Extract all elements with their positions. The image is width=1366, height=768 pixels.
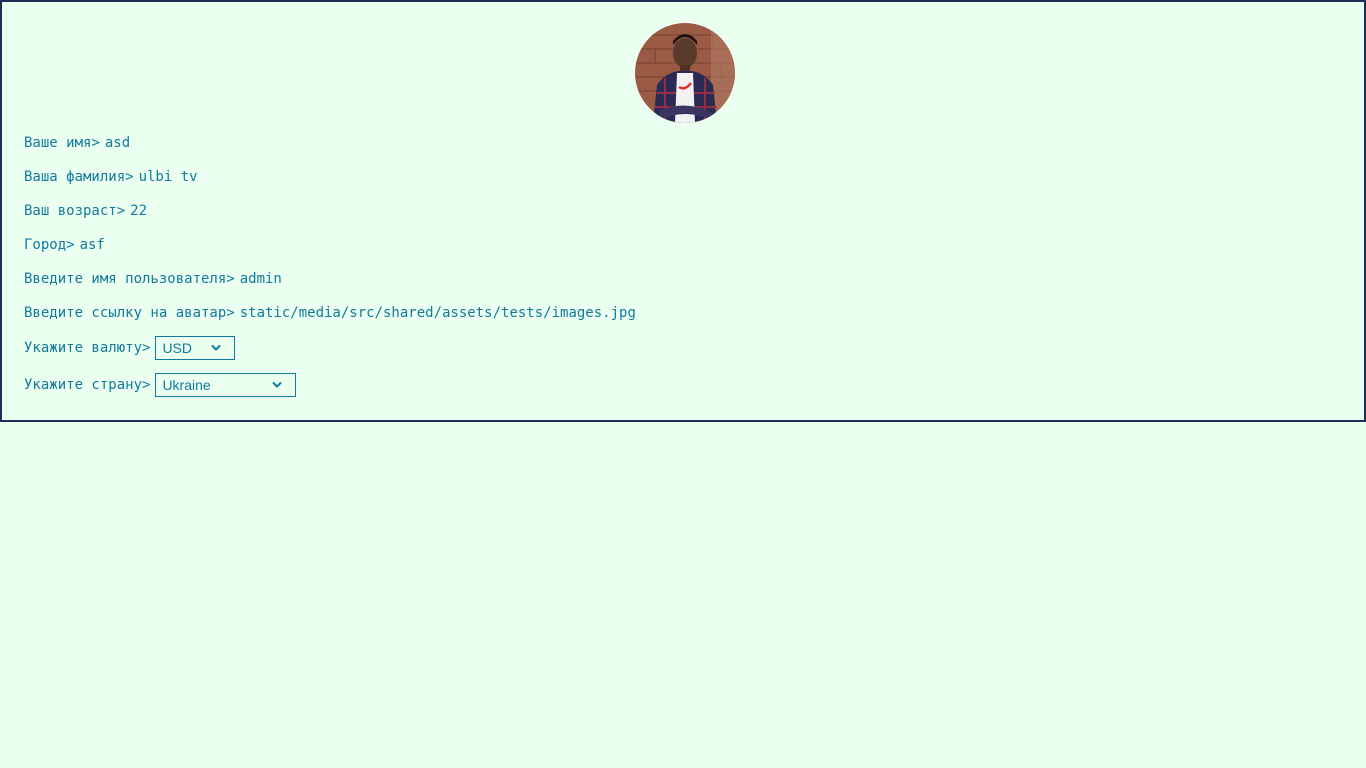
first-name-label: Ваше имя> <box>24 135 100 151</box>
city-row: Город> asf <box>24 237 105 253</box>
country-selected-value: Ukraine <box>162 377 211 393</box>
country-label: Укажите страну> <box>24 377 151 393</box>
username-input[interactable]: admin <box>240 271 282 287</box>
age-input[interactable]: 22 <box>130 203 147 219</box>
username-label: Введите имя пользователя> <box>24 271 235 287</box>
avatar <box>635 23 735 123</box>
country-select[interactable]: Ukraine <box>155 373 297 397</box>
chevron-down-icon <box>272 382 282 388</box>
username-row: Введите имя пользователя> admin <box>24 271 282 287</box>
currency-row: Укажите валюту> USD <box>24 336 236 360</box>
age-row: Ваш возраст> 22 <box>24 203 147 219</box>
first-name-row: Ваше имя> asd <box>24 135 130 151</box>
avatar-link-input[interactable]: static/media/src/shared/assets/tests/ima… <box>240 305 636 321</box>
last-name-input[interactable]: ulbi tv <box>139 169 198 185</box>
last-name-row: Ваша фамилия> ulbi tv <box>24 169 198 185</box>
country-row: Укажите страну> Ukraine <box>24 373 297 397</box>
chevron-down-icon <box>211 345 221 351</box>
avatar-link-row: Введите ссылку на аватар> static/media/s… <box>24 305 636 321</box>
city-label: Город> <box>24 237 75 253</box>
city-input[interactable]: asf <box>80 237 105 253</box>
last-name-label: Ваша фамилия> <box>24 169 134 185</box>
currency-select[interactable]: USD <box>155 336 236 360</box>
first-name-input[interactable]: asd <box>105 135 130 151</box>
avatar-link-label: Введите ссылку на аватар> <box>24 305 235 321</box>
avatar-image <box>635 23 735 123</box>
age-label: Ваш возраст> <box>24 203 126 219</box>
profile-card: Ваше имя> asd Ваша фамилия> ulbi tv Ваш … <box>0 0 1366 422</box>
currency-label: Укажите валюту> <box>24 340 151 356</box>
currency-selected-value: USD <box>162 340 192 356</box>
